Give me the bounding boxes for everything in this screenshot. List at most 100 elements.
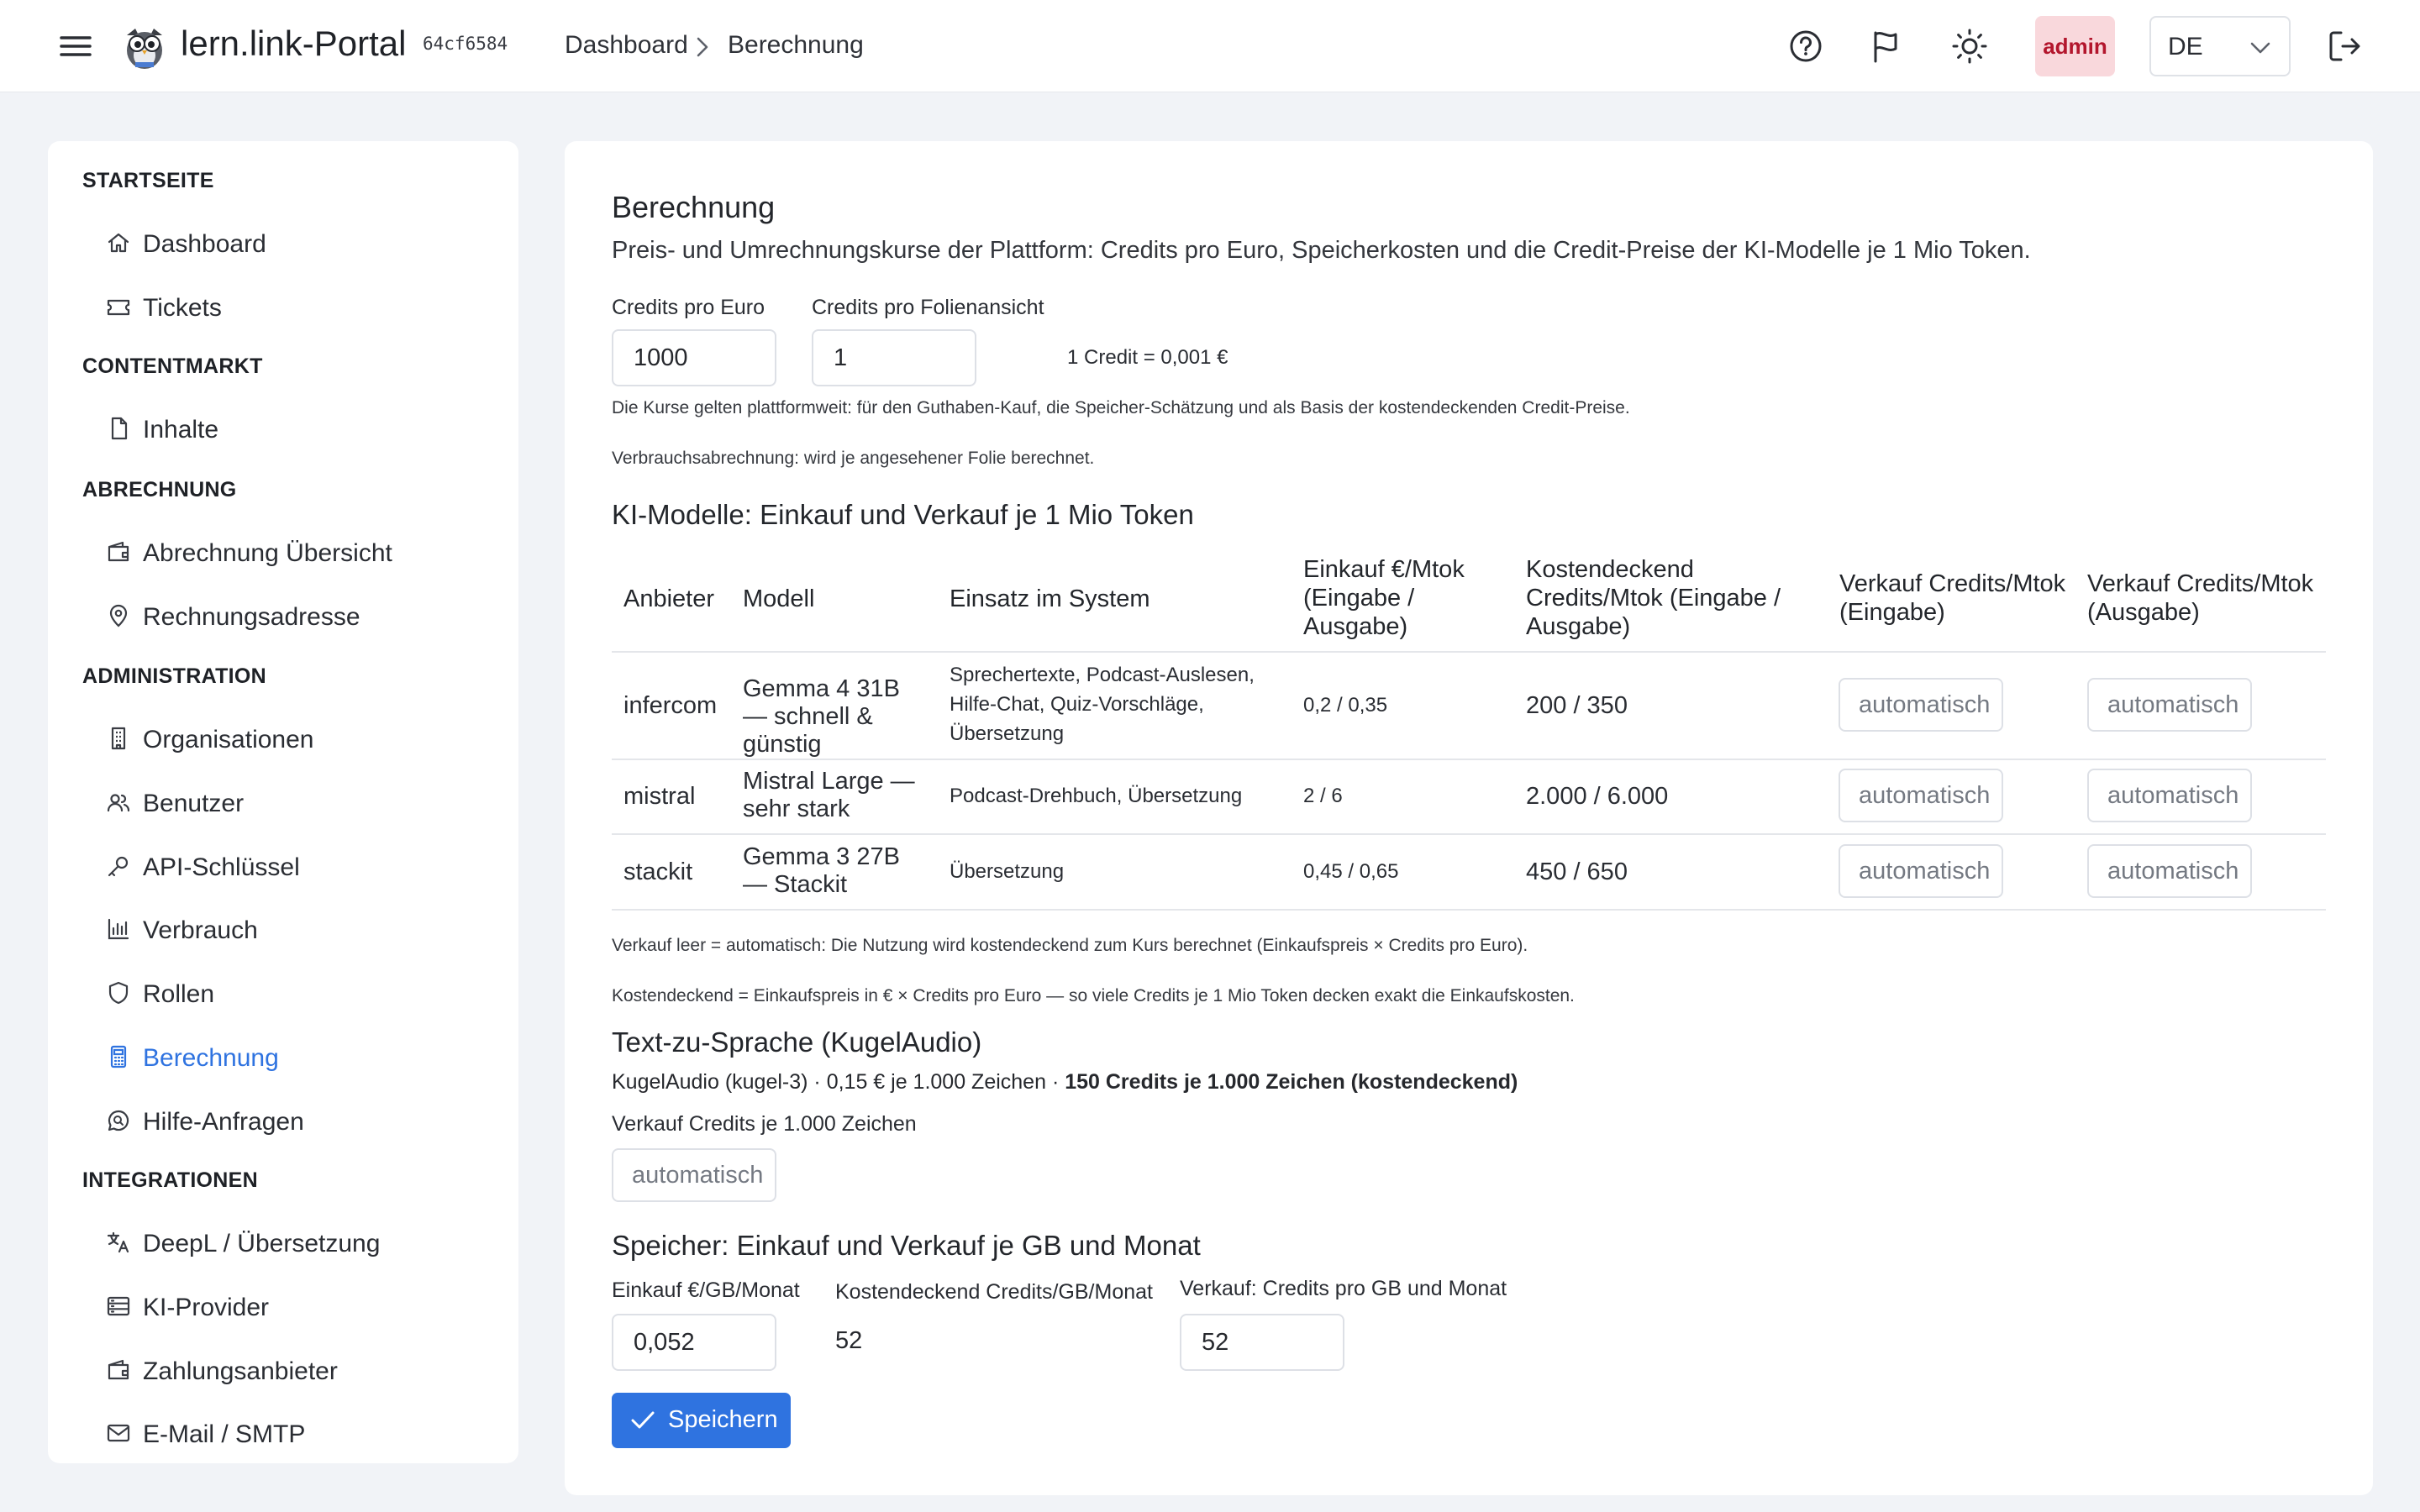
sidebar-section-startseite: STARTSEITE (82, 169, 214, 192)
sidebar-item-email-smtp[interactable]: E-Mail / SMTP (105, 1410, 492, 1457)
sidebar-item-label: KI-Provider (143, 1294, 270, 1321)
note-rates: Die Kurse gelten plattformweit: für den … (612, 398, 1630, 417)
sell-output-input[interactable]: automatisch (2087, 844, 2252, 898)
user-role-badge[interactable]: admin (2035, 16, 2115, 76)
main-content: Berechnung Preis- und Umrechnungskurse d… (565, 141, 2373, 1495)
sell-input-input[interactable]: automatisch (1839, 844, 2003, 898)
sidebar-item-label: E-Mail / SMTP (143, 1420, 306, 1448)
breadcrumb-dashboard[interactable]: Dashboard (565, 31, 688, 60)
save-button[interactable]: Speichern (612, 1393, 791, 1448)
version-hash: 64cf6584 (423, 34, 508, 54)
sidebar-item-deepl[interactable]: DeepL / Übersetzung (105, 1219, 492, 1266)
credits-per-slide-label: Credits pro Folienansicht (812, 296, 1044, 319)
sidebar-item-label: Hilfe-Anfragen (143, 1108, 304, 1136)
menu-icon[interactable] (59, 29, 92, 63)
table-divider (612, 833, 2326, 835)
sidebar-item-rechnungsadresse[interactable]: Rechnungsadresse (105, 592, 492, 639)
cell-cost-covering: 2.000 / 6.000 (1526, 783, 1669, 810)
cell-cost-covering: 200 / 350 (1526, 692, 1628, 719)
storage-purchase-label: Einkauf €/GB/Monat (612, 1278, 800, 1302)
sidebar-item-tickets[interactable]: Tickets (105, 283, 492, 330)
page-description: Preis- und Umrechnungskurse der Plattfor… (612, 237, 2031, 264)
cell-usage: Podcast-Drehbuch, Übersetzung (950, 785, 1243, 807)
sidebar-item-label: Benutzer (143, 790, 245, 817)
sidebar-item-organisationen[interactable]: Organisationen (105, 715, 492, 762)
bar-chart-icon (105, 916, 132, 942)
storage-sell-input[interactable]: 52 (1180, 1314, 1344, 1371)
credits-per-slide-input[interactable]: 1 (812, 329, 976, 386)
sidebar-item-label: Rollen (143, 980, 215, 1008)
sidebar-item-dashboard[interactable]: Dashboard (105, 219, 492, 266)
sidebar-item-abrechnung-uebersicht[interactable]: Abrechnung Übersicht (105, 528, 492, 575)
column-header: Verkauf Credits/Mtok (Eingabe) (1839, 570, 2066, 626)
page-title: Berechnung (612, 190, 776, 224)
logout-icon[interactable] (2324, 27, 2363, 66)
cell-purchase: 0,2 / 0,35 (1303, 694, 1388, 717)
sell-output-input[interactable]: automatisch (2087, 769, 2252, 822)
chevron-down-icon (2249, 38, 2272, 58)
storage-sell-label: Verkauf: Credits pro GB und Monat (1180, 1277, 1507, 1300)
cell-provider: infercom (623, 692, 718, 719)
wallet-icon (105, 1357, 132, 1383)
sell-input-input[interactable]: automatisch (1839, 769, 2003, 822)
key-icon (105, 853, 132, 879)
sidebar-item-benutzer[interactable]: Benutzer (105, 779, 492, 826)
sidebar-item-verbrauch[interactable]: Verbrauch (105, 906, 492, 953)
check-icon (630, 1409, 655, 1432)
sidebar-item-label: Abrechnung Übersicht (143, 539, 392, 567)
file-icon (105, 415, 132, 442)
note-sell-empty: Verkauf leer = automatisch: Die Nutzung … (612, 936, 1528, 955)
cell-model: Gemma 4 31B — schnell & günstig (743, 675, 900, 758)
language-select[interactable]: DE (2149, 16, 2291, 76)
sidebar-item-inhalte[interactable]: Inhalte (105, 405, 492, 452)
sell-output-input[interactable]: automatisch (2087, 678, 2252, 732)
chevron-right-icon (692, 35, 713, 59)
column-header: Modell (743, 585, 815, 612)
sidebar-item-label: Inhalte (143, 416, 219, 444)
storage-purchase-input[interactable]: 0,052 (612, 1314, 776, 1371)
flag-icon[interactable] (1867, 27, 1906, 66)
cell-purchase: 0,45 / 0,65 (1303, 860, 1399, 883)
help-circle-icon[interactable] (1786, 27, 1825, 66)
models-heading: KI-Modelle: Einkauf und Verkauf je 1 Mio… (612, 499, 1194, 530)
sidebar-item-api-schluessel[interactable]: API-Schlüssel (105, 843, 492, 890)
storage-cost-value: 52 (835, 1327, 863, 1354)
credits-per-euro-input[interactable]: 1000 (612, 329, 776, 386)
tts-info: KugelAudio (kugel-3) · 0,15 € je 1.000 Z… (612, 1070, 1518, 1095)
cell-cost-covering: 450 / 650 (1526, 858, 1628, 885)
table-divider (612, 909, 2326, 911)
storage-cost-label: Kostendeckend Credits/GB/Monat (835, 1280, 1153, 1304)
column-header: Verkauf Credits/Mtok (Ausgabe) (2087, 570, 2314, 626)
tts-sell-input[interactable]: automatisch (612, 1148, 776, 1202)
credits-per-euro-label: Credits pro Euro (612, 296, 765, 319)
sidebar-item-rollen[interactable]: Rollen (105, 969, 492, 1016)
ticket-icon (105, 293, 132, 320)
top-bar: lern.link-Portal 64cf6584 Dashboard Bere… (0, 0, 2420, 92)
sidebar-item-ki-provider[interactable]: KI-Provider (105, 1283, 492, 1330)
users-icon (105, 789, 132, 816)
sidebar-item-label: API-Schlüssel (143, 853, 300, 881)
sun-icon[interactable] (1950, 27, 1989, 66)
sidebar-item-hilfe-anfragen[interactable]: Hilfe-Anfragen (105, 1097, 492, 1144)
sidebar-item-label: DeepL / Übersetzung (143, 1230, 381, 1257)
cell-usage: Sprechertexte, Podcast-Auslesen, Hilfe-C… (950, 664, 1255, 745)
tts-info-cost: 150 Credits je 1.000 Zeichen (kostendeck… (1065, 1070, 1518, 1094)
calculator-icon (105, 1043, 132, 1070)
sell-input-input[interactable]: automatisch (1839, 678, 2003, 732)
save-button-label: Speichern (668, 1406, 778, 1433)
sidebar-item-berechnung[interactable]: Berechnung (105, 1033, 492, 1080)
sidebar-item-label: Organisationen (143, 726, 314, 753)
table-divider (612, 651, 2326, 653)
sidebar-item-zahlungsanbieter[interactable]: Zahlungsanbieter (105, 1347, 492, 1394)
note-cost-covering: Kostendeckend = Einkaufspreis in € × Cre… (612, 986, 1575, 1005)
server-icon (105, 1293, 132, 1320)
sidebar-item-label: Verbrauch (143, 916, 258, 944)
sidebar-item-label: Dashboard (143, 230, 266, 258)
note-usage: Verbrauchsabrechnung: wird je angesehene… (612, 449, 1095, 468)
sidebar-item-label: Zahlungsanbieter (143, 1357, 338, 1385)
sidebar-item-label: Rechnungsadresse (143, 603, 360, 631)
sidebar-section-contentmarkt: CONTENTMARKT (82, 354, 263, 378)
cell-usage: Übersetzung (950, 860, 1065, 883)
language-value: DE (2168, 33, 2203, 60)
building-icon (105, 725, 132, 752)
